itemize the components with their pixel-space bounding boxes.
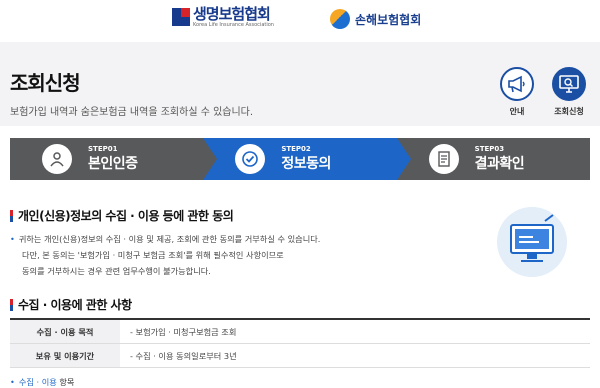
table-header-cell: 수집 · 이용 목적 xyxy=(10,320,120,343)
bullet-dot-icon: • xyxy=(10,234,15,244)
consent-section-title: 개인(신용)정보의 수집 · 이용 등에 관한 동의 xyxy=(10,207,234,224)
nonlife-association-name: 손해보험협회 xyxy=(355,12,422,27)
consent-section-title-text: 개인(신용)정보의 수집 · 이용 등에 관한 동의 xyxy=(18,209,234,223)
section-marker-icon xyxy=(10,298,13,311)
step-3-name: 결과확인 xyxy=(474,156,525,172)
collect-section-title: 수집 · 이용에 관한 사항 xyxy=(10,296,132,313)
life-association-name-en: Korea Life Insurance Association xyxy=(193,22,274,28)
table-row: 보유 및 이용기간 - 수집 · 이용 동의일로부터 3년 xyxy=(10,344,590,368)
step-progress-bar: STEP01 본인인증 STEP02 정보동의 STEP03 결과확인 xyxy=(10,138,590,180)
check-circle-icon xyxy=(235,144,266,174)
inquiry-request-button[interactable]: 조회신청 xyxy=(549,67,589,117)
life-association-mark-icon xyxy=(172,8,190,26)
step-1-name: 본인인증 xyxy=(88,156,138,172)
guide-button[interactable]: 안내 xyxy=(497,67,537,117)
life-insurance-association-logo[interactable]: 생명보험협회 Korea Life Insurance Association xyxy=(172,6,274,28)
consent-line-1: 귀하는 개인(신용)정보의 수집 · 이용 및 제공, 조회에 관한 동의를 거… xyxy=(18,234,321,244)
consent-notice: • 귀하는 개인(신용)정보의 수집 · 이용 및 제공, 조회에 관한 동의를 … xyxy=(10,231,320,279)
collect-items-heading: • 수집 · 이용 항목 xyxy=(10,376,74,388)
person-icon xyxy=(42,144,72,174)
nonlife-insurance-association-logo[interactable]: 손해보험협회 xyxy=(330,9,421,29)
step-1: STEP01 본인인증 xyxy=(10,138,218,180)
top-logo-bar: 생명보험협회 Korea Life Insurance Association … xyxy=(0,0,600,42)
step-3: STEP03 결과확인 xyxy=(396,138,590,180)
nonlife-association-mark-icon xyxy=(330,9,350,29)
step-2-active: STEP02 정보동의 xyxy=(203,138,411,180)
table-row: 수집 · 이용 목적 - 보험가입 · 미청구보험금 조회 xyxy=(10,320,590,344)
section-marker-icon xyxy=(10,209,13,222)
table-header-cell: 보유 및 이용기간 xyxy=(10,344,120,367)
page-title: 조회신청 xyxy=(10,71,81,95)
table-cell: - 수집 · 이용 동의일로부터 3년 xyxy=(130,350,237,361)
step-3-number: STEP03 xyxy=(474,145,505,153)
page-description: 보험가입 내역과 숨은보험금 내역을 조회하실 수 있습니다. xyxy=(10,107,254,118)
monitor-search-icon xyxy=(559,75,579,93)
guide-button-label: 안내 xyxy=(509,107,525,116)
step-2-name: 정보동의 xyxy=(281,156,331,172)
collect-section-title-text: 수집 · 이용에 관한 사항 xyxy=(18,298,132,312)
life-association-name: 생명보험협회 xyxy=(193,5,271,23)
table-cell: - 보험가입 · 미청구보험금 조회 xyxy=(130,326,237,337)
consent-line-3: 동의를 거부하시는 경우 관련 업무수행이 불가능합니다. xyxy=(22,266,211,276)
monitor-illustration-icon xyxy=(497,207,567,277)
collect-table: 수집 · 이용 목적 - 보험가입 · 미청구보험금 조회 보유 및 이용기간 … xyxy=(10,318,590,368)
step-2-number: STEP02 xyxy=(281,145,311,153)
consent-line-2: 다만, 본 동의는 '보험가입 · 미청구 보험금 조회'를 위해 필수적인 사… xyxy=(22,250,284,260)
megaphone-icon xyxy=(508,75,525,93)
step-1-number: STEP01 xyxy=(88,145,118,153)
inquiry-request-button-label: 조회신청 xyxy=(554,107,584,116)
document-icon xyxy=(428,144,459,174)
